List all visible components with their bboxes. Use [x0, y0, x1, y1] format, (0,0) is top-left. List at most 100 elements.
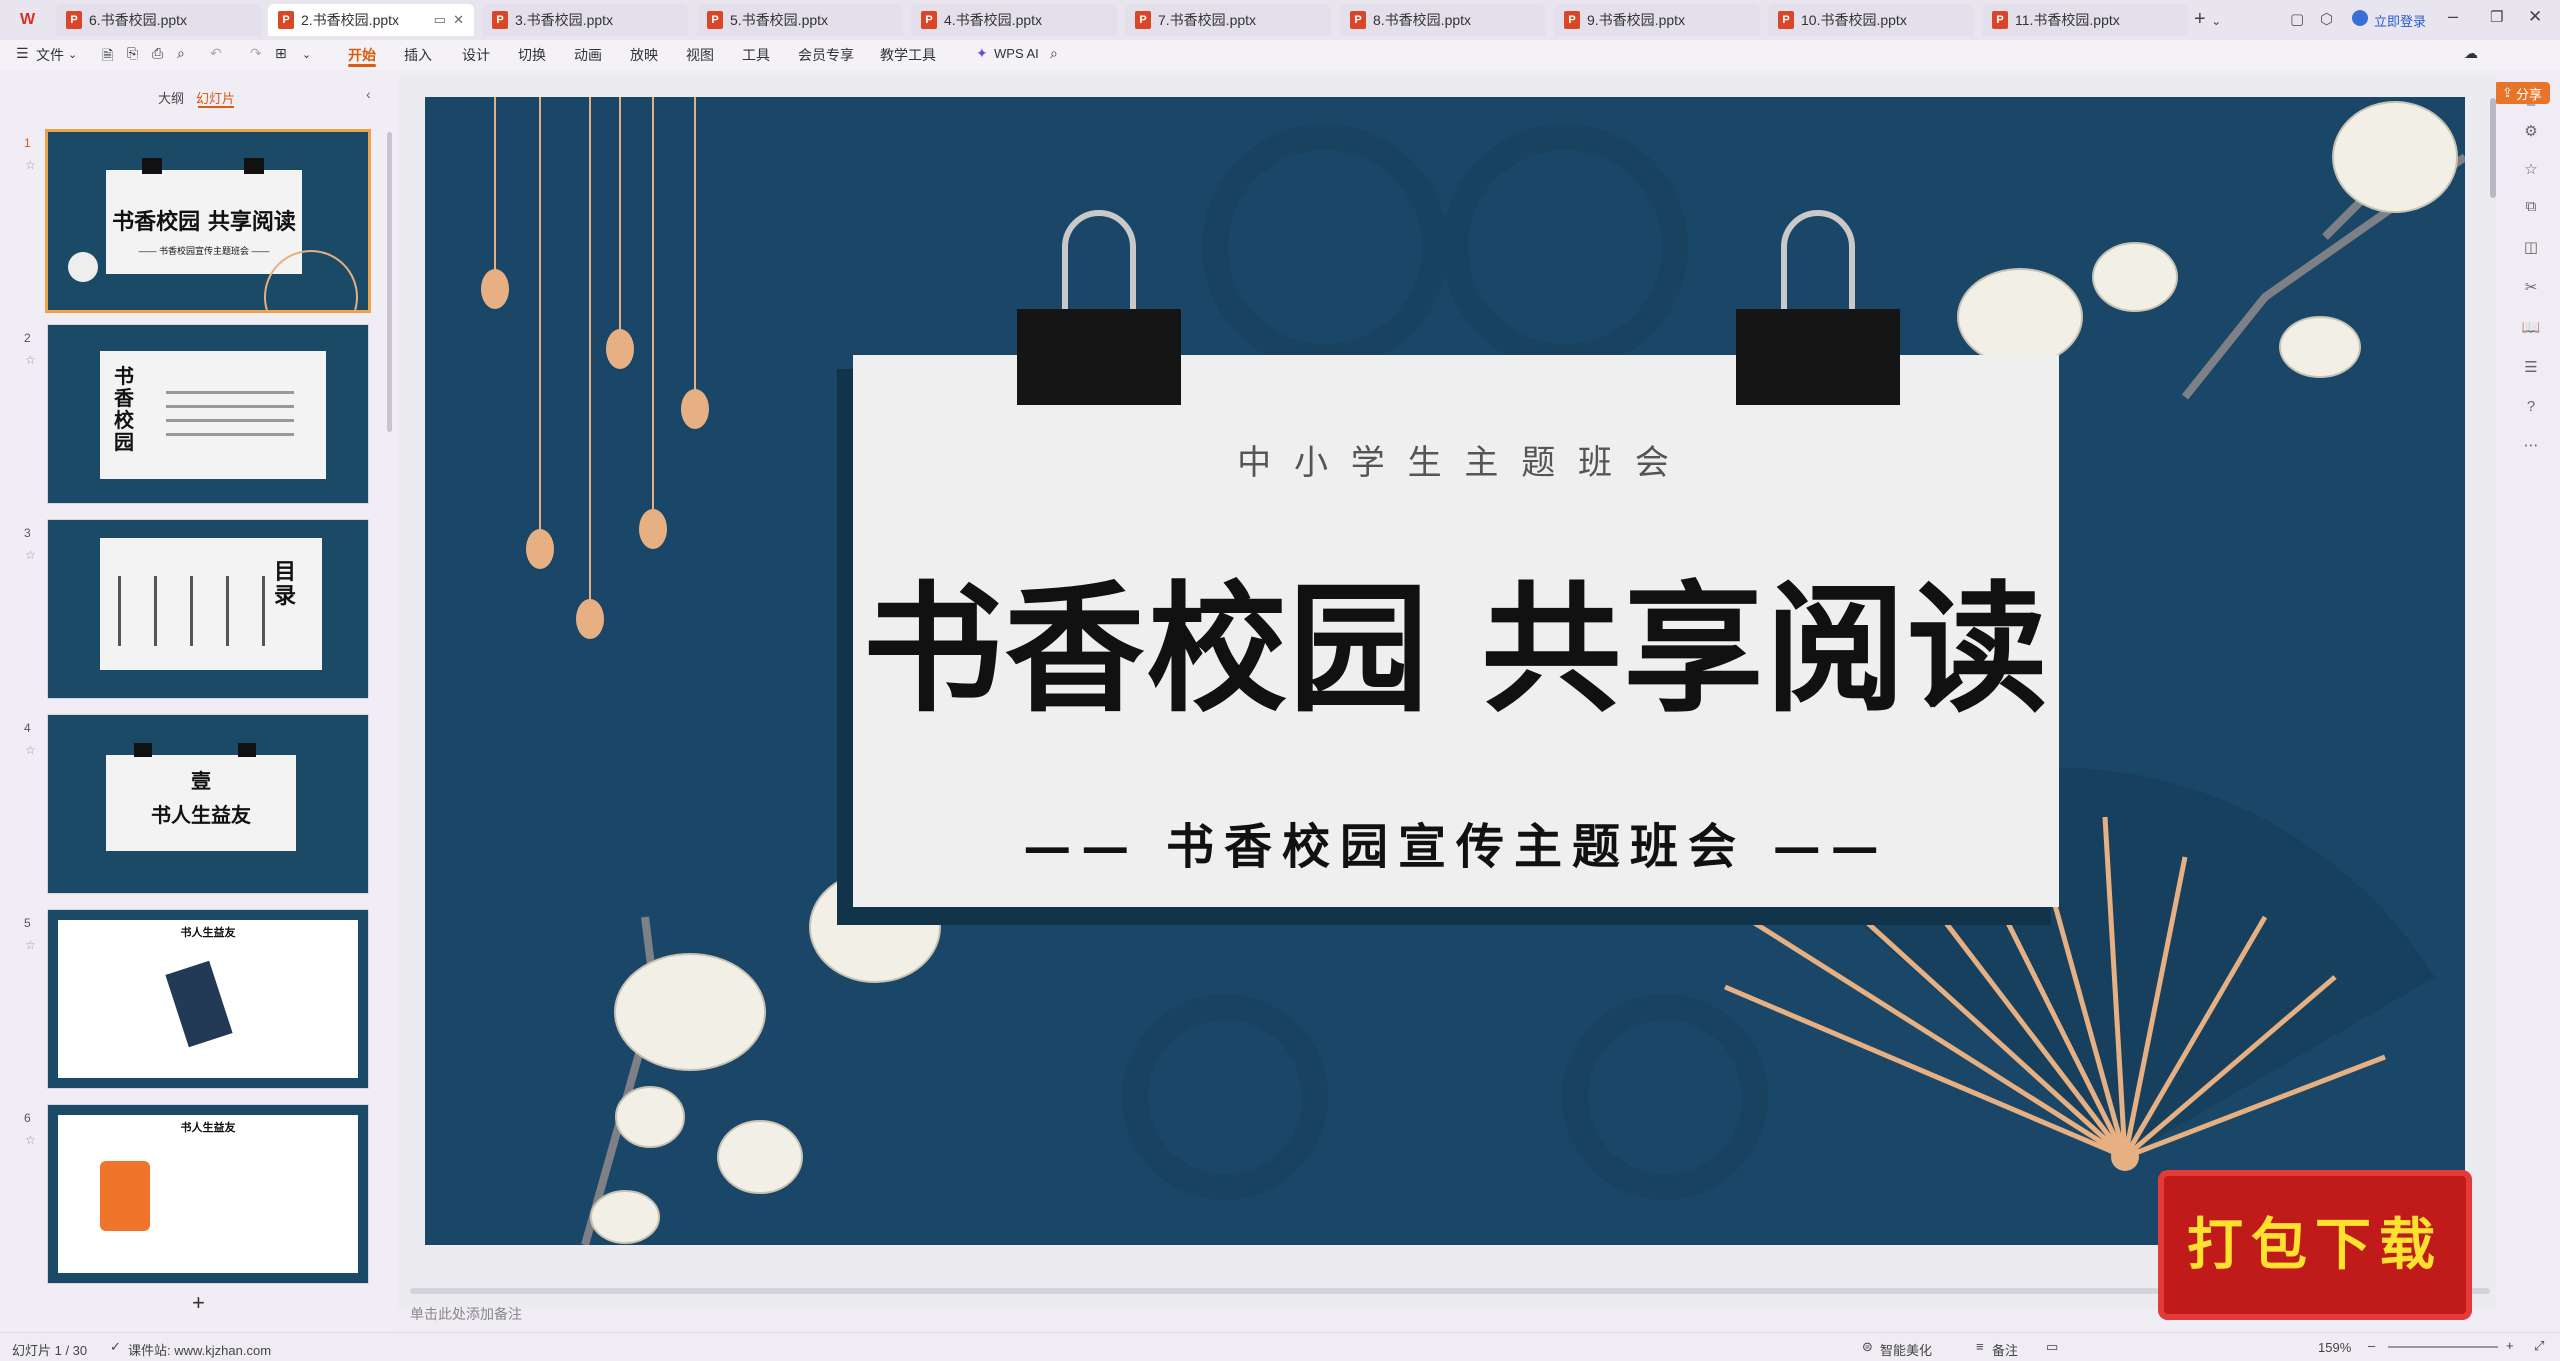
flower-decoration — [68, 252, 98, 282]
star-icon[interactable]: ☆ — [25, 1133, 36, 1147]
new-tab-button[interactable]: + ⌄ — [2194, 8, 2221, 31]
wps-ai-icon[interactable]: ✦ — [976, 45, 988, 62]
layers-icon[interactable]: ☰ — [2520, 358, 2542, 380]
menu-animation[interactable]: 动画 — [574, 45, 602, 65]
maximize-button[interactable]: ❐ — [2490, 8, 2503, 26]
fit-window-icon[interactable]: ⤢ — [2534, 1338, 2544, 1354]
book-icon[interactable]: 📖 — [2520, 318, 2542, 340]
user-avatar-icon[interactable] — [2352, 10, 2368, 26]
tab-file-6[interactable]: P 6.书香校园.pptx — [56, 4, 262, 36]
slide-kicker[interactable]: 中 小 学 生 主 题 班 会 — [853, 435, 2059, 484]
download-promo-badge[interactable]: 打包下载 — [2158, 1170, 2472, 1320]
menu-transition[interactable]: 切换 — [518, 45, 546, 65]
minimize-button[interactable]: – — [2448, 6, 2458, 27]
slide-thumbnail-4[interactable]: 壹 书人生益友 — [47, 714, 369, 894]
ppt-file-icon: P — [1350, 11, 1366, 29]
slider-icon[interactable]: – — [2520, 96, 2542, 118]
quick-access-more-icon[interactable]: ⌄ — [302, 48, 311, 61]
view-normal-icon[interactable]: ▭ — [2046, 1339, 2058, 1355]
tab-file-9[interactable]: P 9.书香校园.pptx — [1554, 4, 1760, 36]
cube-icon[interactable]: ⬡ — [2320, 10, 2333, 28]
more-icon[interactable]: ⋯ — [2520, 436, 2542, 458]
tab-outline[interactable]: 大纲 — [158, 88, 184, 107]
beautify-icon[interactable]: ⊜ — [1862, 1339, 1873, 1355]
collapse-panel-icon[interactable]: ‹ — [366, 86, 371, 102]
slide-subtitle[interactable]: —— 书香校园宣传主题班会 —— — [853, 807, 2059, 877]
tools-icon[interactable]: ✂ — [2520, 278, 2542, 300]
menu-home[interactable]: 开始 — [348, 45, 376, 65]
menu-insert[interactable]: 插入 — [404, 45, 432, 65]
slide-counter: 幻灯片 1 / 30 — [12, 1343, 88, 1358]
slide-thumbnail-5[interactable]: 书人生益友 — [47, 909, 369, 1089]
tab-file-3[interactable]: P 3.书香校园.pptx — [482, 4, 688, 36]
zoom-level[interactable]: 159% — [2318, 1340, 2351, 1355]
star-icon[interactable]: ☆ — [25, 938, 36, 952]
save-icon[interactable]: 🗎 — [102, 45, 113, 69]
notes-button[interactable]: 备注 — [1992, 1340, 2018, 1359]
zoom-slider[interactable] — [2388, 1346, 2498, 1348]
tab-file-5[interactable]: P 5.书香校园.pptx — [697, 4, 903, 36]
zoom-out-icon[interactable]: – — [2368, 1338, 2375, 1353]
print-icon[interactable]: ⎙ — [152, 45, 163, 62]
menu-view[interactable]: 视图 — [686, 45, 714, 65]
add-slide-button[interactable]: + — [192, 1290, 205, 1316]
slide-thumbnail-2[interactable]: 书香校园 — [47, 324, 369, 504]
tab-file-7[interactable]: P 7.书香校园.pptx — [1125, 4, 1331, 36]
file-menu[interactable]: 文件 — [36, 45, 64, 65]
print-preview-icon[interactable]: ⌕ — [177, 45, 185, 62]
redo-icon[interactable]: ↷ — [250, 45, 262, 62]
slide-title[interactable]: 书香校园 共享阅读 — [853, 537, 2059, 739]
close-icon[interactable]: ▭ ✕ — [434, 12, 464, 28]
tab-slides[interactable]: 幻灯片 — [196, 88, 235, 107]
slide-thumbnail-6[interactable]: 书人生益友 — [47, 1104, 369, 1284]
tab-file-10[interactable]: P 10.书香校园.pptx — [1768, 4, 1974, 36]
menu-member[interactable]: 会员专享 — [798, 45, 854, 65]
zoom-in-icon[interactable]: + — [2506, 1338, 2514, 1353]
hamburger-menu-icon[interactable]: ☰ — [16, 45, 29, 62]
close-window-button[interactable]: ✕ — [2528, 7, 2542, 27]
window-tile-icon[interactable]: ▢ — [2290, 10, 2304, 28]
notes-placeholder[interactable]: 单击此处添加备注 — [410, 1304, 522, 1324]
thumb-title: 目录 — [274, 559, 297, 609]
format-painter-icon[interactable]: ⊞ — [275, 45, 287, 62]
search-icon[interactable]: ⌕ — [1050, 45, 1058, 62]
tab-label: 9.书香校园.pptx — [1587, 12, 1686, 28]
thumb-title: 书人生益友 — [180, 1122, 236, 1134]
spellcheck-icon[interactable]: ✓ — [110, 1339, 121, 1355]
slide-canvas[interactable]: 中 小 学 生 主 题 班 会 书香校园 共享阅读 —— 书香校园宣传主题班会 … — [425, 97, 2465, 1245]
star-icon[interactable]: ☆ — [2520, 160, 2542, 182]
login-link[interactable]: 立即登录 — [2374, 11, 2426, 30]
tab-file-8[interactable]: P 8.书香校园.pptx — [1340, 4, 1546, 36]
tab-label: 6.书香校园.pptx — [89, 12, 188, 28]
settings-icon[interactable]: ⚙ — [2520, 122, 2542, 144]
cloud-sync-icon[interactable]: ☁ — [2464, 45, 2478, 62]
help-icon[interactable]: ? — [2520, 398, 2542, 420]
menu-slideshow[interactable]: 放映 — [630, 45, 658, 65]
beautify-button[interactable]: 智能美化 — [1880, 1340, 1932, 1359]
canvas-scrollbar[interactable] — [2490, 98, 2496, 198]
undo-icon[interactable]: ↶ — [210, 45, 222, 62]
slide-thumbnail-3[interactable]: 目录 — [47, 519, 369, 699]
thumb-number-char: 壹 — [191, 769, 211, 793]
notes-icon[interactable]: ≡ — [1976, 1339, 1984, 1354]
slide-thumbnail-1[interactable]: 书香校园 共享阅读 —— 书香校园宣传主题班会 —— — [45, 129, 371, 313]
star-icon[interactable]: ☆ — [25, 353, 36, 367]
menu-design[interactable]: 设计 — [462, 45, 490, 65]
menu-teaching-tools[interactable]: 教学工具 — [880, 45, 936, 65]
slide-number: 1 — [24, 136, 31, 150]
export-pdf-icon[interactable]: ⎘ — [127, 45, 138, 62]
chevron-down-icon[interactable]: ⌄ — [68, 48, 77, 61]
tab-file-11[interactable]: P 11.书香校园.pptx — [1982, 4, 2188, 36]
tab-file-4[interactable]: P 4.书香校园.pptx — [911, 4, 1117, 36]
copy-icon[interactable]: ⧉ — [2520, 198, 2542, 220]
star-icon[interactable]: ☆ — [25, 158, 36, 172]
panel-scrollbar[interactable] — [387, 132, 392, 432]
star-icon[interactable]: ☆ — [25, 548, 36, 562]
menu-tools[interactable]: 工具 — [742, 45, 770, 65]
star-icon[interactable]: ☆ — [25, 743, 36, 757]
theme-icon[interactable]: ◫ — [2520, 238, 2542, 260]
wps-logo-icon[interactable]: W — [20, 11, 40, 29]
wps-ai-button[interactable]: WPS AI — [994, 46, 1039, 61]
tab-file-2[interactable]: P 2.书香校园.pptx ▭ ✕ — [268, 4, 474, 36]
binder-clip-icon — [134, 743, 152, 757]
